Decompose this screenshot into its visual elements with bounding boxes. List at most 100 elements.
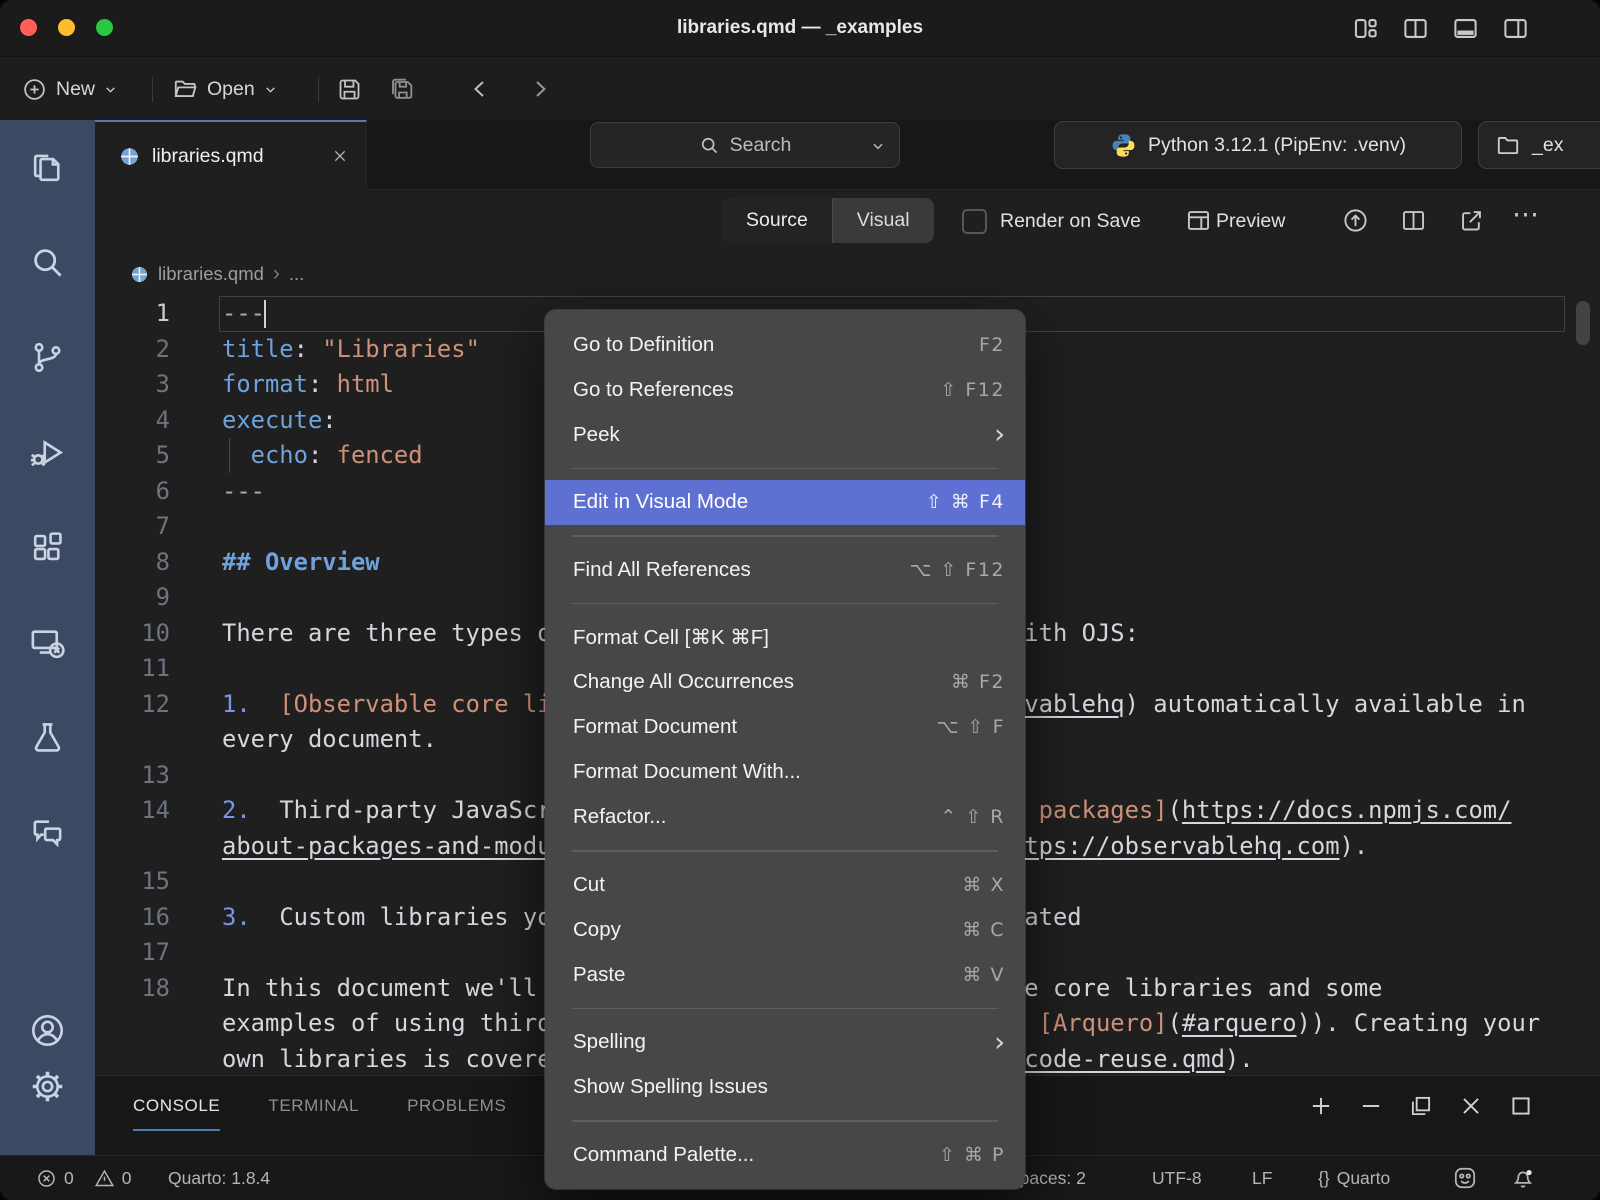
menu-item-go-to-references[interactable]: Go to References⇧ F12 [545, 367, 1025, 412]
chat-icon[interactable] [29, 814, 66, 851]
menu-item-label: Edit in Visual Mode [573, 490, 926, 514]
panel-tab-console[interactable]: CONSOLE [133, 1076, 220, 1136]
context-menu: Go to DefinitionF2Go to References⇧ F12P… [545, 310, 1025, 1189]
editor-scrollbar[interactable] [1576, 301, 1590, 345]
workspace-selector[interactable]: _ex [1478, 121, 1600, 169]
text-cursor [264, 300, 266, 328]
render-on-save-label: Render on Save [1000, 200, 1141, 242]
interpreter-selector[interactable]: Python 3.12.1 (PipEnv: .venv) [1054, 121, 1462, 169]
warning-icon [94, 1168, 115, 1189]
panel-tab-terminal[interactable]: TERMINAL [268, 1076, 359, 1136]
testing-icon[interactable] [29, 719, 66, 756]
code-text: title: "Libraries" [222, 332, 480, 368]
navigate-back-button[interactable] [468, 66, 492, 112]
menu-item-edit-in-visual-mode[interactable]: Edit in Visual Mode⇧ ⌘ F4 [545, 480, 1025, 525]
breadcrumb[interactable]: libraries.qmd › ... [130, 254, 304, 294]
close-tab-icon[interactable] [332, 148, 348, 164]
open-in-new-window-icon[interactable] [1458, 207, 1485, 234]
menu-item-shortcut: ⌘ F2 [951, 671, 1005, 693]
save-button[interactable] [336, 66, 363, 112]
maximize-panel-icon[interactable] [1508, 1093, 1534, 1119]
menu-item-go-to-definition[interactable]: Go to DefinitionF2 [545, 322, 1025, 367]
panel-tab-problems[interactable]: PROBLEMS [407, 1076, 506, 1136]
preview-icon[interactable] [1185, 207, 1212, 234]
python-logo-icon [1110, 132, 1137, 159]
menu-item-spelling[interactable]: Spelling› [545, 1020, 1025, 1065]
menu-separator [572, 468, 998, 470]
code-text: ## Overview [222, 545, 380, 581]
top-action-bar: New Open Search [0, 56, 1600, 120]
notifications-bell-icon[interactable] [1510, 1156, 1536, 1200]
breadcrumb-more[interactable]: ... [289, 263, 304, 285]
more-actions-icon[interactable]: ⋯ [1512, 199, 1540, 230]
menu-item-find-all-references[interactable]: Find All References⌥ ⇧ F12 [545, 547, 1025, 592]
chevron-down-icon[interactable] [871, 139, 885, 153]
activity-bar [0, 120, 95, 1155]
problems-summary[interactable]: 0 0 [36, 1156, 131, 1200]
new-button-label: New [56, 78, 95, 101]
title-bar: libraries.qmd — _examples [0, 0, 1600, 56]
settings-icon[interactable] [29, 1068, 66, 1105]
menu-item-shortcut: F2 [979, 334, 1005, 356]
new-button[interactable]: New [22, 66, 117, 112]
menu-item-label: Cut [573, 873, 962, 897]
visual-mode-button[interactable]: Visual [833, 198, 934, 243]
menu-item-label: Format Cell [⌘K ⌘F] [573, 625, 1005, 650]
navigate-forward-button[interactable] [528, 66, 552, 112]
quarto-version[interactable]: Quarto: 1.8.4 [168, 1156, 270, 1200]
toggle-bottom-panel-icon[interactable] [1452, 15, 1479, 42]
search-icon [699, 135, 720, 156]
language-mode[interactable]: {} Quarto [1318, 1156, 1390, 1200]
toggle-right-panel-icon[interactable] [1502, 15, 1529, 42]
quarto-file-icon [130, 265, 149, 284]
source-control-icon[interactable] [29, 339, 66, 376]
customize-layout-icon[interactable] [1352, 15, 1379, 42]
search-input[interactable]: Search [590, 122, 900, 168]
menu-item-copy[interactable]: Copy⌘ C [545, 907, 1025, 952]
plus-circle-icon [22, 77, 47, 102]
menu-separator [572, 1008, 998, 1010]
minimize-panel-icon[interactable] [1358, 1093, 1384, 1119]
chevron-right-icon [528, 77, 552, 101]
chevron-left-icon [468, 77, 492, 101]
preview-label[interactable]: Preview [1216, 200, 1285, 242]
explorer-icon[interactable] [29, 149, 66, 186]
error-count: 0 [64, 1156, 74, 1200]
folder-icon [1495, 132, 1521, 158]
menu-item-label: Show Spelling Issues [573, 1075, 1005, 1099]
menu-item-command-palette[interactable]: Command Palette...⇧ ⌘ P [545, 1132, 1025, 1177]
menu-item-cut[interactable]: Cut⌘ X [545, 862, 1025, 907]
open-button-label: Open [207, 78, 255, 101]
close-panel-icon[interactable] [1458, 1093, 1484, 1119]
menu-item-show-spelling-issues[interactable]: Show Spelling Issues [545, 1065, 1025, 1110]
menu-item-refactor[interactable]: Refactor...⌃ ⇧ R [545, 795, 1025, 840]
save-all-button[interactable] [388, 66, 416, 112]
encoding-setting[interactable]: UTF-8 [1152, 1156, 1202, 1200]
menu-item-format-cell-k-f[interactable]: Format Cell [⌘K ⌘F] [545, 615, 1025, 660]
code-text: --- [222, 296, 265, 332]
chevron-down-icon [264, 83, 277, 96]
remote-icon[interactable] [29, 624, 66, 661]
split-window-icon[interactable] [1402, 15, 1429, 42]
menu-item-shortcut: ⌥ ⇧ F12 [910, 559, 1006, 581]
search-icon[interactable] [29, 244, 66, 281]
split-editor-icon[interactable] [1400, 207, 1427, 234]
new-console-icon[interactable] [1308, 1093, 1334, 1119]
account-icon[interactable] [29, 1012, 66, 1049]
feedback-smiley-icon[interactable] [1452, 1156, 1478, 1200]
render-on-save-checkbox[interactable] [962, 209, 987, 234]
menu-item-format-document[interactable]: Format Document⌥ ⇧ F [545, 705, 1025, 750]
open-button[interactable]: Open [172, 66, 277, 112]
source-mode-button[interactable]: Source [722, 198, 833, 243]
eol-setting[interactable]: LF [1252, 1156, 1272, 1200]
menu-item-paste[interactable]: Paste⌘ V [545, 952, 1025, 997]
render-document-icon[interactable] [1342, 207, 1369, 234]
extensions-icon[interactable] [29, 529, 66, 566]
restore-panel-icon[interactable] [1408, 1093, 1434, 1119]
menu-item-format-document-with[interactable]: Format Document With... [545, 750, 1025, 795]
debug-icon[interactable] [29, 434, 66, 471]
tab-libraries-qmd[interactable]: libraries.qmd [95, 120, 367, 190]
breadcrumb-file[interactable]: libraries.qmd [158, 263, 264, 285]
menu-item-peek[interactable]: Peek› [545, 412, 1025, 457]
menu-item-change-all-occurrences[interactable]: Change All Occurrences⌘ F2 [545, 660, 1025, 705]
